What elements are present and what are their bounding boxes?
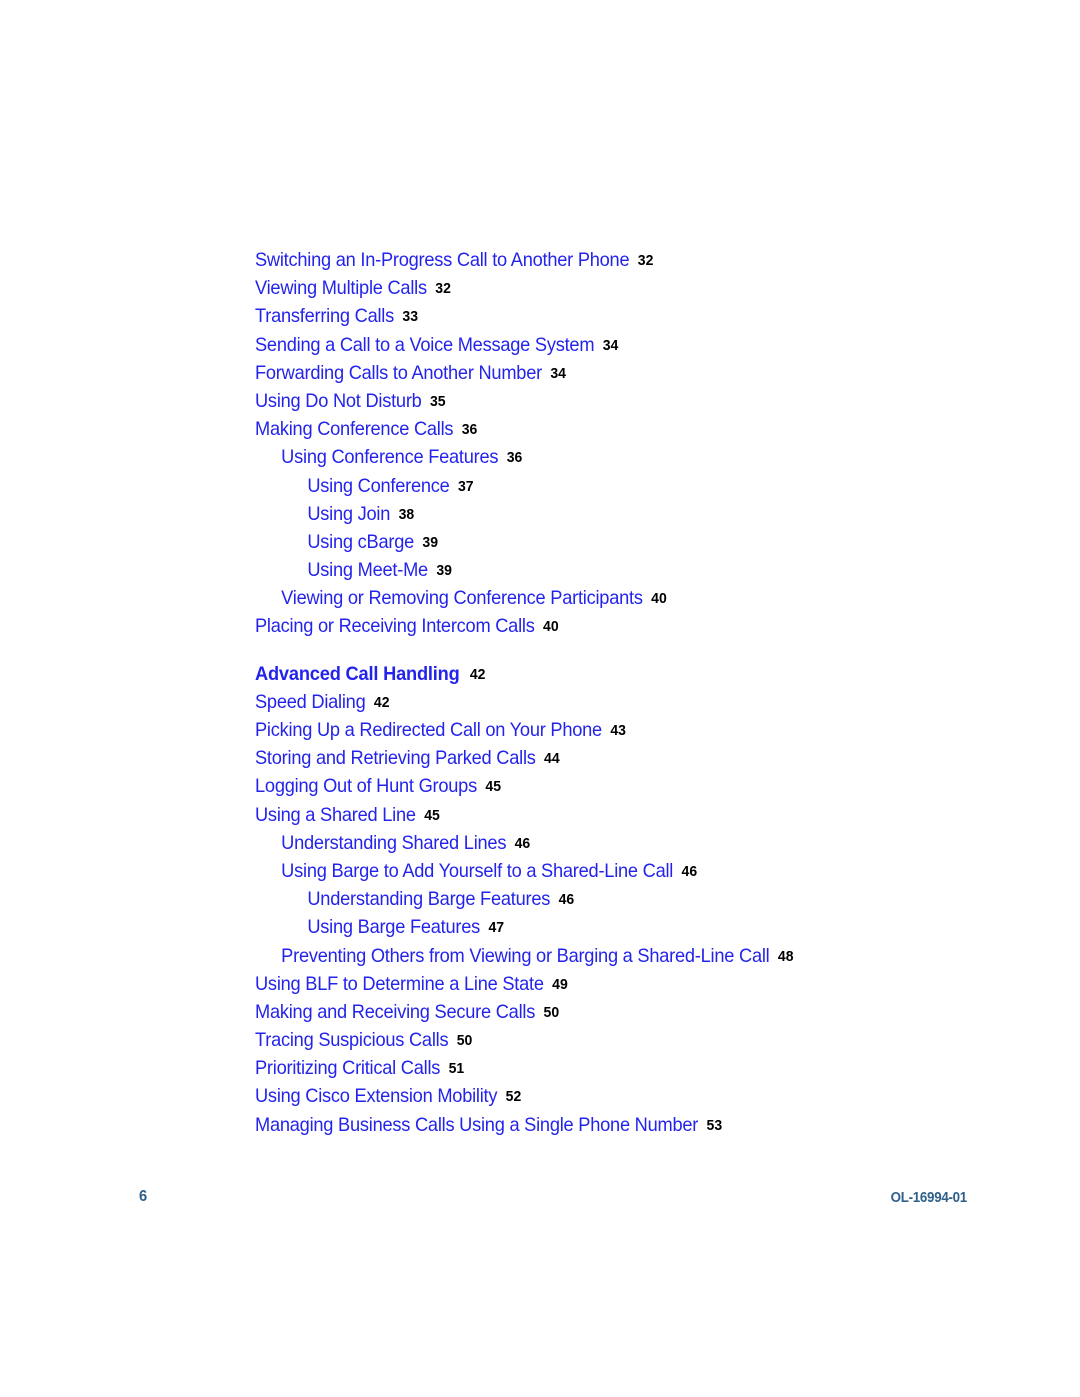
toc-entry[interactable]: Understanding Shared Lines 46 <box>255 829 966 857</box>
toc-entry-label: Using Conference <box>307 474 450 497</box>
toc-entry[interactable]: Picking Up a Redirected Call on Your Pho… <box>255 716 966 744</box>
toc-entry-label: Understanding Shared Lines <box>281 831 507 854</box>
toc-entry-page-number: 48 <box>777 947 794 965</box>
toc-entry[interactable]: Logging Out of Hunt Groups 45 <box>255 772 966 800</box>
toc-entry-page-number: 52 <box>505 1088 522 1106</box>
toc-entry-page-number: 45 <box>485 778 501 796</box>
toc-entry[interactable]: Switching an In-Progress Call to Another… <box>255 246 966 274</box>
toc-entry-page-number: 44 <box>544 750 560 768</box>
toc-entry-page-number: 39 <box>436 562 452 580</box>
toc-entry-label: Viewing Multiple Calls <box>255 277 427 300</box>
toc-entry[interactable]: Using Cisco Extension Mobility 52 <box>255 1082 966 1110</box>
toc-entry-label: Picking Up a Redirected Call on Your Pho… <box>255 719 602 741</box>
toc-entry-page-number: 46 <box>514 834 531 852</box>
toc-entry-label: Making and Receiving Secure Calls <box>255 1000 536 1023</box>
toc-entry[interactable]: Using BLF to Determine a Line State 49 <box>255 970 966 998</box>
toc-entry-label: Placing or Receiving Intercom Calls <box>255 615 535 638</box>
toc-entry[interactable]: Making Conference Calls 36 <box>255 415 966 443</box>
toc-entry[interactable]: Using Barge to Add Yourself to a Shared-… <box>255 857 966 885</box>
toc-entry-label: Sending a Call to a Voice Message System <box>255 333 595 356</box>
toc-entry-label: Transferring Calls <box>255 305 394 328</box>
toc-entry-page-number: 49 <box>552 975 568 993</box>
toc-entry-page-number: 40 <box>543 618 559 636</box>
toc-entry[interactable]: Using Do Not Disturb 35 <box>255 387 966 415</box>
toc-entry[interactable]: Using Meet-Me 39 <box>255 556 966 584</box>
toc-entry-label: Managing Business Calls Using a Single P… <box>255 1113 699 1136</box>
toc-entry[interactable]: Sending a Call to a Voice Message System… <box>255 331 966 359</box>
footer-document-id: OL-16994-01 <box>890 1190 968 1206</box>
toc-entry-page-number: 43 <box>610 722 626 739</box>
toc-entry-label: Advanced Call Handling <box>255 662 460 685</box>
toc-entry[interactable]: Using Conference 37 <box>255 472 966 500</box>
toc-entry-page-number: 51 <box>448 1060 465 1078</box>
table-of-contents: Switching an In-Progress Call to Another… <box>255 246 1015 1139</box>
toc-entry-page-number: 36 <box>461 421 478 439</box>
toc-entry-page-number: 33 <box>402 308 419 326</box>
toc-entry-page-number: 39 <box>422 533 439 551</box>
toc-entry-label: Switching an In-Progress Call to Another… <box>255 249 630 271</box>
toc-entry-label: Using Join <box>307 502 391 525</box>
toc-entry-label: Logging Out of Hunt Groups <box>255 775 477 798</box>
page-footer: 6 OL-16994-01 <box>0 1188 1080 1214</box>
toc-entry-page-number: 37 <box>457 477 474 495</box>
toc-entry-page-number: 42 <box>373 693 390 711</box>
toc-entry-page-number: 46 <box>681 862 698 880</box>
toc-entry[interactable]: Forwarding Calls to Another Number 34 <box>255 359 966 387</box>
toc-entry-page-number: 40 <box>651 590 667 608</box>
toc-entry-page-number: 32 <box>435 280 451 298</box>
footer-page-number: 6 <box>139 1188 148 1205</box>
toc-entry-page-number: 38 <box>398 505 415 523</box>
toc-entry-label: Viewing or Removing Conference Participa… <box>281 587 643 610</box>
toc-entry-label: Understanding Barge Features <box>307 888 551 911</box>
toc-entry[interactable]: Transferring Calls 33 <box>255 302 966 330</box>
toc-entry[interactable]: Using Conference Features 36 <box>255 443 966 471</box>
toc-entry-page-number: 50 <box>543 1003 560 1021</box>
toc-entry[interactable]: Prioritizing Critical Calls 51 <box>255 1054 966 1082</box>
toc-entry-page-number: 53 <box>706 1116 723 1134</box>
toc-entry-label: Speed Dialing <box>255 690 366 713</box>
toc-entry-page-number: 50 <box>456 1032 473 1050</box>
toc-entry-label: Using Cisco Extension Mobility <box>255 1085 498 1108</box>
toc-entry-page-number: 45 <box>424 806 440 824</box>
toc-entry[interactable]: Preventing Others from Viewing or Bargin… <box>255 942 966 970</box>
toc-entry[interactable]: Using a Shared Line 45 <box>255 801 966 829</box>
toc-entry-page-number: 35 <box>429 392 446 410</box>
toc-entry[interactable]: Viewing or Removing Conference Participa… <box>255 584 966 612</box>
toc-entry-label: Using Conference Features <box>281 446 499 469</box>
toc-entry-label: Using cBarge <box>307 530 415 553</box>
toc-entry-label: Using Barge Features <box>307 916 481 939</box>
toc-entry-label: Prioritizing Critical Calls <box>255 1057 441 1080</box>
toc-entry-page-number: 46 <box>558 891 575 909</box>
toc-entry[interactable]: Tracing Suspicious Calls 50 <box>255 1026 966 1054</box>
toc-entry-label: Forwarding Calls to Another Number <box>255 361 542 384</box>
toc-entry-page-number: 32 <box>637 252 654 269</box>
toc-entry[interactable]: Making and Receiving Secure Calls 50 <box>255 998 966 1026</box>
toc-entry-label: Using a Shared Line <box>255 803 416 826</box>
toc-entry[interactable]: Placing or Receiving Intercom Calls 40 <box>255 612 966 640</box>
toc-entry[interactable]: Speed Dialing 42 <box>255 688 966 716</box>
toc-entry-label: Storing and Retrieving Parked Calls <box>255 747 536 770</box>
toc-entry-page-number: 47 <box>488 919 505 937</box>
toc-entry-page-number: 42 <box>469 665 486 683</box>
toc-entry[interactable]: Managing Business Calls Using a Single P… <box>255 1111 966 1139</box>
toc-entry-label: Preventing Others from Viewing or Bargin… <box>281 944 770 967</box>
toc-entry[interactable]: Storing and Retrieving Parked Calls 44 <box>255 744 966 772</box>
toc-chapter-entry[interactable]: Advanced Call Handling 42 <box>255 660 966 688</box>
toc-entry-label: Tracing Suspicious Calls <box>255 1029 449 1052</box>
toc-entry[interactable]: Using cBarge 39 <box>255 528 966 556</box>
toc-entry-label: Using BLF to Determine a Line State <box>255 972 544 995</box>
toc-entry[interactable]: Viewing Multiple Calls 32 <box>255 274 966 302</box>
toc-entry[interactable]: Using Join 38 <box>255 500 966 528</box>
toc-entry-label: Using Do Not Disturb <box>255 389 422 412</box>
document-page: Switching an In-Progress Call to Another… <box>0 0 1080 1397</box>
toc-entry-label: Using Meet-Me <box>307 559 428 582</box>
toc-entry-label: Using Barge to Add Yourself to a Shared-… <box>281 859 674 882</box>
toc-entry-page-number: 34 <box>602 336 619 354</box>
toc-entry[interactable]: Understanding Barge Features 46 <box>255 885 966 913</box>
toc-entry-label: Making Conference Calls <box>255 418 454 441</box>
toc-entry-page-number: 36 <box>506 449 523 467</box>
toc-entry-page-number: 34 <box>550 364 566 382</box>
toc-entry[interactable]: Using Barge Features 47 <box>255 913 966 941</box>
